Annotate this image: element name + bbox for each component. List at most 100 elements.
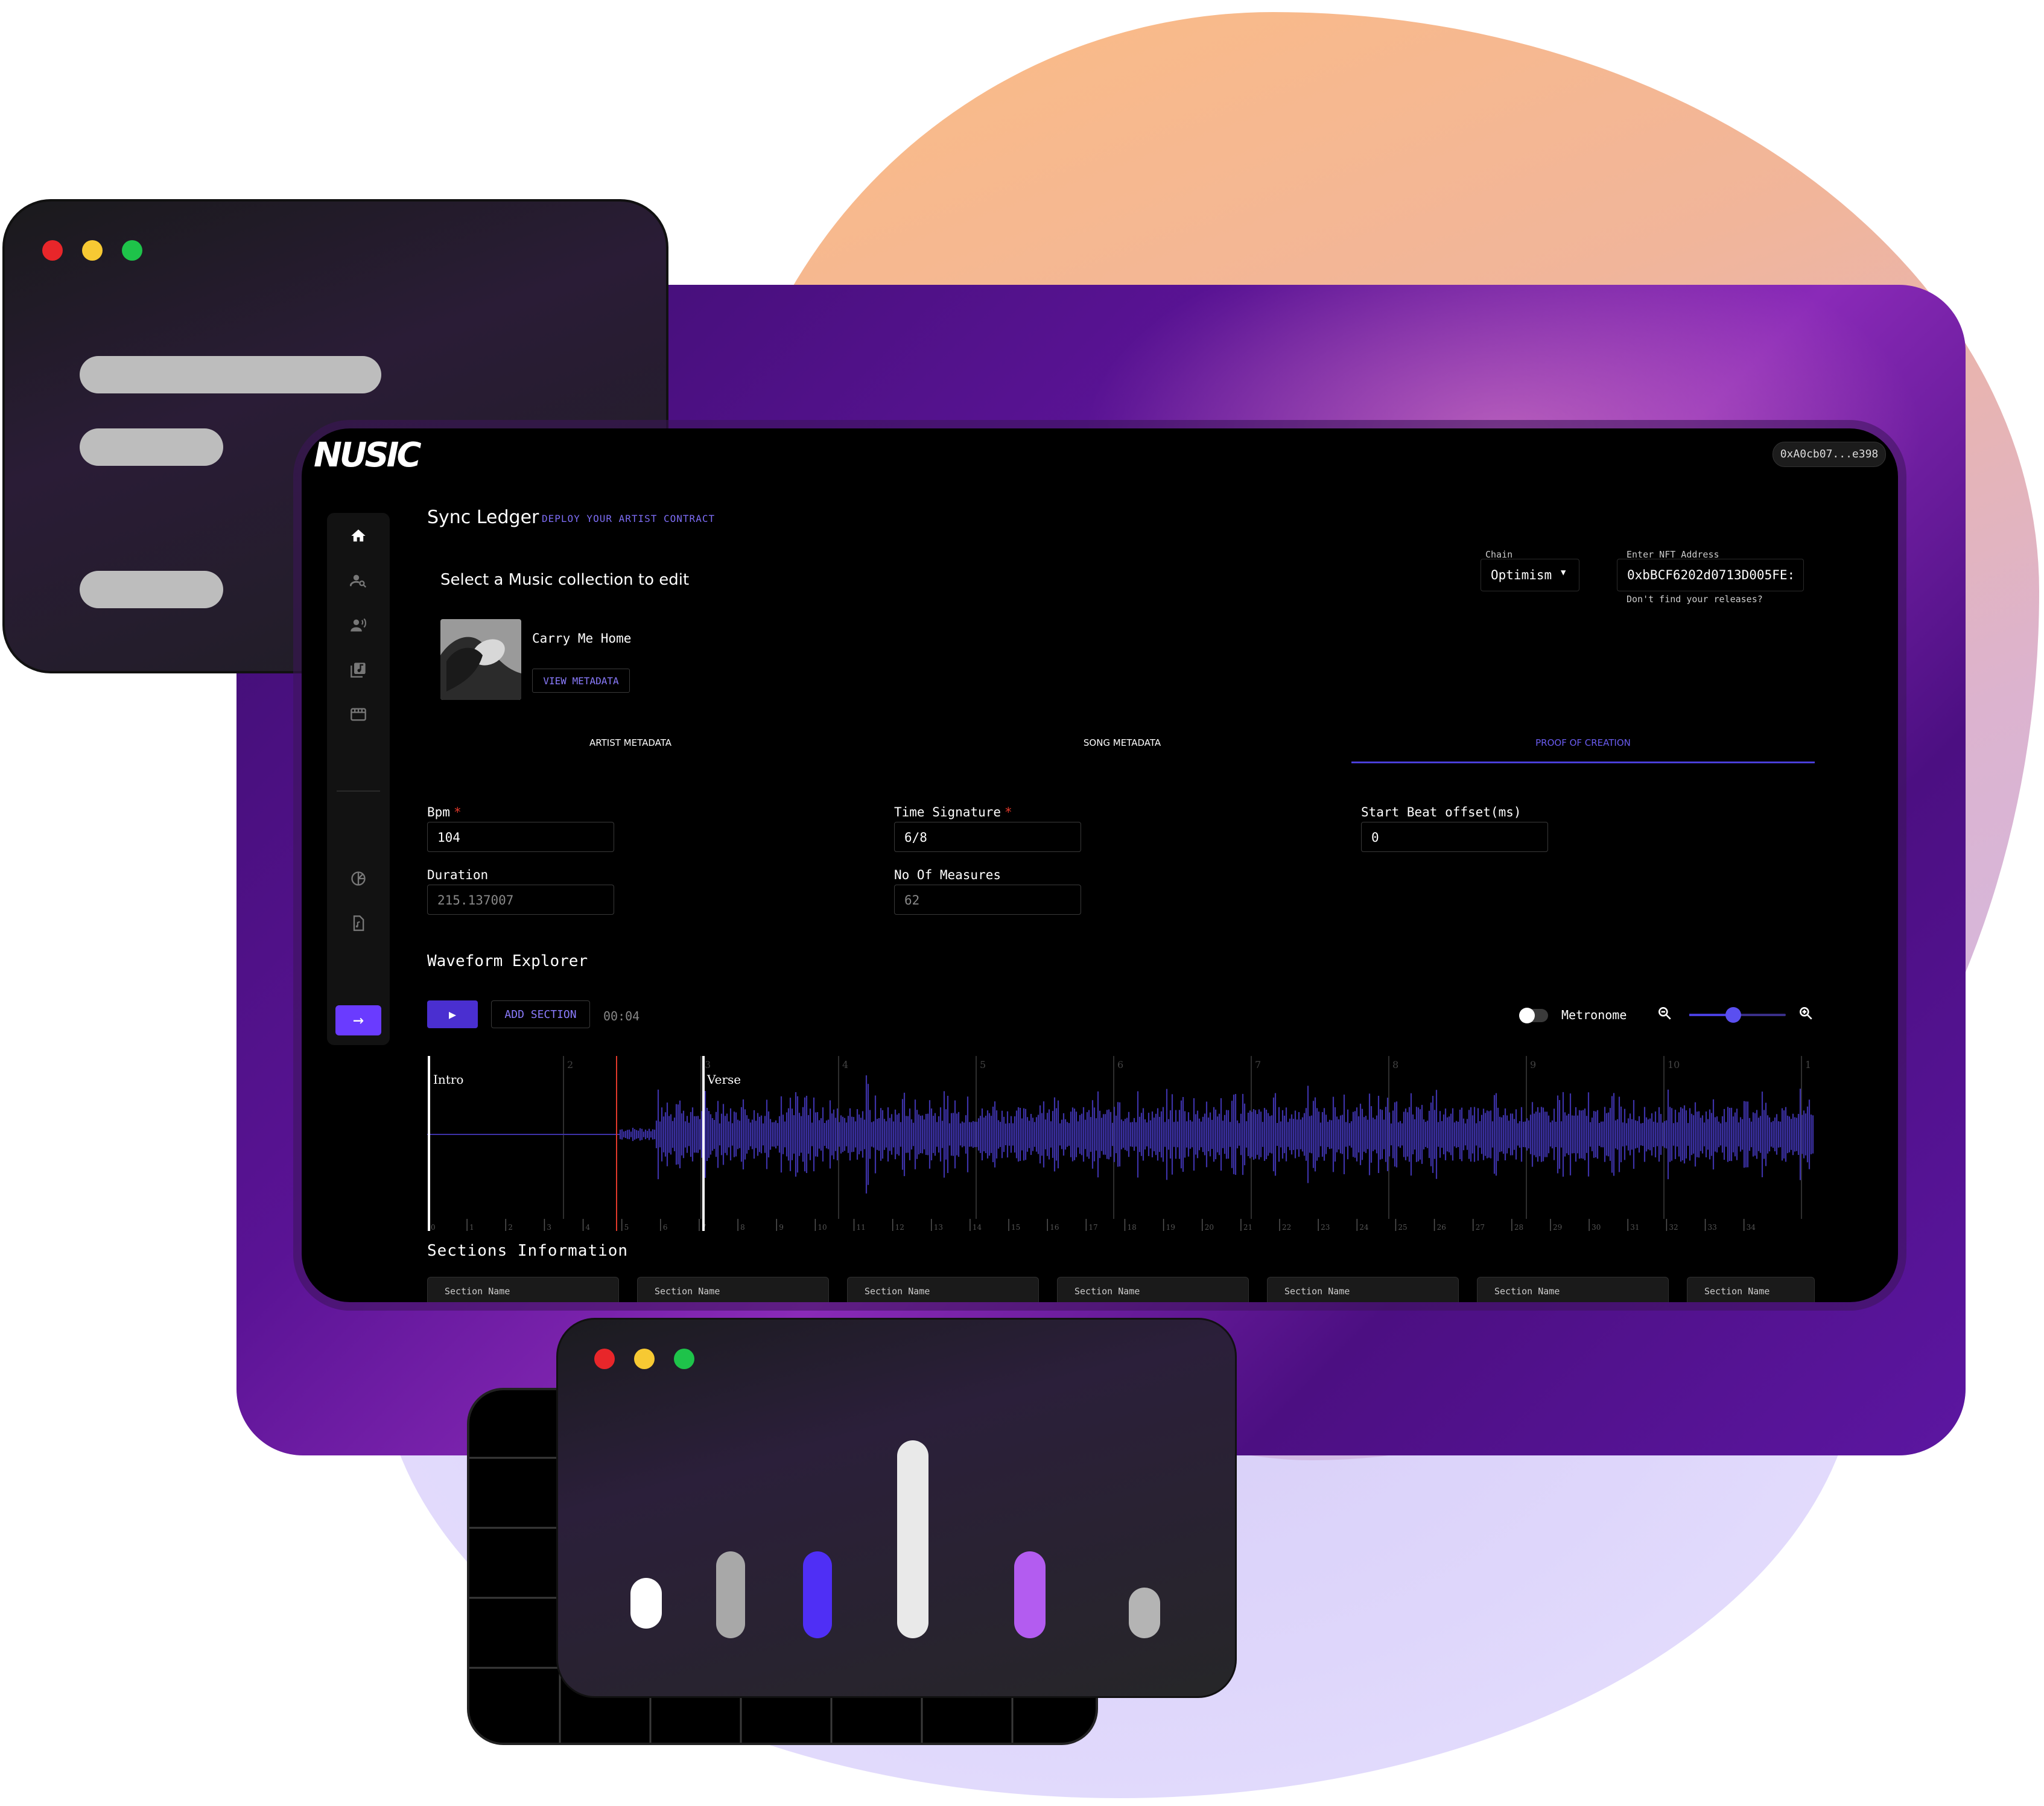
section-name-label: Section Name	[1074, 1286, 1140, 1297]
sections-information-title: Sections Information	[427, 1242, 629, 1260]
add-section-button[interactable]: ADD SECTION	[491, 1000, 590, 1028]
section-card[interactable]: Section Name	[1477, 1277, 1669, 1302]
deploy-contract-link[interactable]: DEPLOY YOUR ARTIST CONTRACT	[542, 513, 715, 524]
level-bar	[1014, 1551, 1046, 1638]
beat-tick-label: 17	[1088, 1223, 1097, 1231]
level-bar	[1129, 1588, 1160, 1638]
duration-input: 215.137007	[427, 885, 614, 915]
waveform-signal	[619, 1075, 1814, 1194]
measures-label: No Of Measures	[894, 868, 1001, 882]
section-name-label: Section Name	[1704, 1286, 1770, 1297]
beat-tick-label: 22	[1282, 1223, 1291, 1231]
nusic-logo: NUSIC	[314, 436, 422, 475]
zoom-out-icon[interactable]	[1657, 1005, 1672, 1025]
beat-tick-label: 4	[586, 1223, 591, 1231]
store-icon[interactable]	[327, 706, 390, 727]
section-card[interactable]: Section Name	[1687, 1277, 1815, 1302]
artist-search-icon[interactable]	[327, 572, 390, 593]
zoom-in-icon[interactable]	[1798, 1005, 1814, 1025]
track-name: Carry Me Home	[532, 631, 632, 646]
beat-tick-label: 1	[469, 1223, 474, 1231]
chain-select[interactable]: Optimism ▼	[1481, 559, 1579, 591]
find-releases-link[interactable]: Don't find your releases?	[1627, 594, 1763, 605]
window-close-dot	[42, 240, 63, 261]
placeholder-line	[80, 356, 381, 393]
beat-tick-label: 0	[431, 1223, 436, 1231]
select-collection-heading: Select a Music collection to edit	[440, 571, 690, 589]
playback-time: 00:04	[603, 1009, 640, 1023]
section-card[interactable]: Section Name	[637, 1277, 829, 1302]
library-music-icon[interactable]	[327, 661, 390, 682]
arrow-right-icon[interactable]: →	[335, 1005, 381, 1035]
measure-tick-label: 3	[705, 1059, 711, 1070]
zoom-slider-handle[interactable]	[1725, 1007, 1741, 1023]
beat-tick-label: 9	[779, 1223, 784, 1231]
waveform-canvas[interactable]: 23456789101 0123456789101112131415161718…	[427, 1056, 1815, 1231]
album-art[interactable]	[440, 619, 521, 700]
beat-tick-label: 31	[1630, 1223, 1639, 1231]
measure-tick-label: 5	[980, 1059, 986, 1070]
beat-tick-label: 10	[817, 1223, 827, 1231]
start-beat-input[interactable]: 0	[1361, 822, 1548, 852]
chevron-down-icon: ▼	[1561, 568, 1566, 577]
app-window: NUSIC 0xA0cb07...e398 → Sync Ledger DEPL…	[302, 428, 1898, 1302]
home-icon[interactable]	[327, 527, 390, 548]
zoom-slider[interactable]	[1689, 1007, 1786, 1023]
measure-tick-label: 10	[1668, 1059, 1680, 1070]
section-card[interactable]: Section Name	[427, 1277, 619, 1302]
section-card[interactable]: Section Name	[847, 1277, 1039, 1302]
beat-tick-label: 19	[1166, 1223, 1175, 1231]
sidebar: →	[327, 513, 390, 1045]
beat-tick-label: 20	[1205, 1223, 1214, 1231]
chart-icon[interactable]	[327, 870, 390, 891]
section-name-label: Section Name	[865, 1286, 930, 1297]
section-card[interactable]: Section Name	[1267, 1277, 1459, 1302]
window-minimize-dot	[82, 240, 103, 261]
wallet-address-button[interactable]: 0xA0cb07...e398	[1773, 442, 1886, 467]
time-signature-label: Time Signature *	[894, 805, 1012, 819]
beat-tick-label: 30	[1592, 1223, 1601, 1231]
beat-tick-label: 28	[1514, 1223, 1523, 1231]
beat-tick-label: 8	[740, 1223, 745, 1231]
beat-tick-label: 2	[508, 1223, 513, 1231]
placeholder-line	[80, 428, 223, 466]
nft-address-input[interactable]: 0xbBCF6202d0713D005FE:	[1617, 559, 1804, 591]
beat-tick-label: 15	[1011, 1223, 1020, 1231]
metronome-toggle[interactable]	[1519, 1008, 1548, 1023]
beat-tick-label: 12	[895, 1223, 904, 1231]
beat-tick-label: 18	[1127, 1223, 1136, 1231]
window-close-dot	[594, 1349, 615, 1369]
level-bar	[716, 1551, 745, 1638]
beat-tick-label: 27	[1476, 1223, 1485, 1231]
metronome-label: Metronome	[1561, 1008, 1627, 1022]
section-card[interactable]: Section Name	[1057, 1277, 1249, 1302]
level-bar	[803, 1551, 832, 1638]
beat-tick-label: 32	[1669, 1223, 1678, 1231]
time-signature-input[interactable]: 6/8	[894, 822, 1081, 852]
intro-marker-label: Intro	[433, 1072, 463, 1087]
measure-tick-label: 1	[1805, 1059, 1811, 1070]
tab-song-metadata[interactable]: SONG METADATA	[911, 737, 1333, 748]
beat-tick-label: 24	[1359, 1223, 1369, 1231]
waveform-explorer-title: Waveform Explorer	[427, 952, 588, 970]
measure-tick-label: 4	[842, 1059, 848, 1070]
beat-tick-label: 6	[663, 1223, 668, 1231]
measure-tick-label: 6	[1117, 1059, 1123, 1070]
document-icon[interactable]	[327, 915, 390, 936]
window-maximize-dot	[674, 1349, 694, 1369]
play-icon: ▶	[448, 1007, 457, 1022]
section-name-label: Section Name	[445, 1286, 510, 1297]
beat-tick-label: 5	[624, 1223, 629, 1231]
tab-proof-of-creation[interactable]: PROOF OF CREATION	[1351, 737, 1815, 748]
level-bar	[897, 1440, 928, 1638]
sidebar-divider	[337, 790, 380, 792]
view-metadata-button[interactable]: VIEW METADATA	[532, 669, 630, 693]
play-button[interactable]: ▶	[427, 1000, 478, 1028]
bpm-input[interactable]: 104	[427, 822, 614, 852]
measures-input: 62	[894, 885, 1081, 915]
beat-tick-label: 16	[1050, 1223, 1059, 1231]
beat-tick-label: 3	[547, 1223, 551, 1231]
artist-voice-icon[interactable]	[327, 617, 390, 638]
tab-artist-metadata[interactable]: ARTIST METADATA	[477, 737, 784, 748]
active-tab-indicator	[1351, 762, 1815, 763]
